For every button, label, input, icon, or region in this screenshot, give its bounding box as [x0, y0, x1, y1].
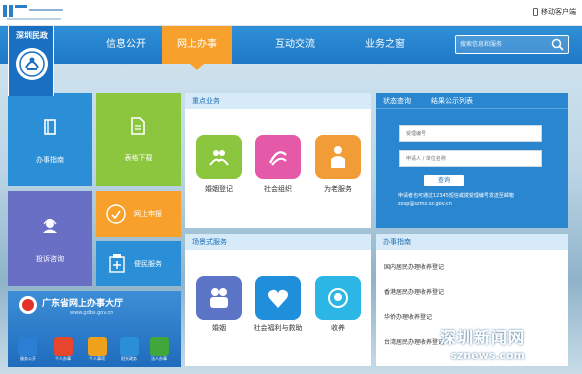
book-icon: [44, 119, 56, 135]
gd-button-1-label: 服务公开: [20, 356, 36, 361]
social-org-icon: [268, 151, 287, 166]
phone-icon: [533, 8, 538, 16]
mobile-client-link[interactable]: 移动客户端: [533, 7, 576, 17]
civil-affairs-emblem-icon: [16, 48, 48, 80]
gd-button-4-label: 阳光政务: [121, 356, 137, 361]
tile-label: 网上申报: [134, 210, 162, 218]
app-social-organization[interactable]: [255, 135, 301, 179]
app-elderly-service[interactable]: [315, 135, 361, 179]
watermark-en: sznews.com: [450, 349, 526, 362]
scene-services-header: 场景式服务: [185, 234, 371, 250]
document-icon: [131, 117, 145, 135]
gd-button-5[interactable]: [150, 337, 169, 356]
gd-button-2-label: 个人办事: [55, 356, 71, 361]
search-input[interactable]: [460, 38, 546, 51]
brand-box[interactable]: 深圳民政: [8, 26, 54, 96]
tile-label: 投诉咨询: [36, 255, 64, 263]
nav-interaction[interactable]: 互动交流: [260, 26, 330, 64]
marriage-icon: [209, 150, 229, 166]
tab-status-query[interactable]: 状态查询: [383, 96, 411, 106]
gd-button-1[interactable]: [18, 337, 37, 356]
nav-info-public[interactable]: 信息公开: [92, 26, 160, 64]
query-button[interactable]: 查询: [424, 175, 464, 186]
app-marriage[interactable]: [196, 276, 242, 320]
gd-title: 广东省网上办事大厅: [42, 299, 124, 309]
app-label: 婚姻登记: [205, 185, 233, 193]
gd-emblem-icon: [19, 296, 37, 314]
app-label: 婚姻: [212, 324, 226, 332]
tile-form-download[interactable]: 表格下载: [96, 93, 181, 186]
app-label: 社会组织: [264, 185, 292, 193]
tab-result-list[interactable]: 结果公示列表: [431, 96, 473, 106]
mobile-client-label: 移动客户端: [541, 8, 576, 16]
elderly-icon: [331, 146, 345, 168]
search-box: [455, 35, 569, 54]
baby-icon: [328, 288, 348, 308]
watermark-cn: 深圳新闻网: [440, 328, 526, 347]
gd-button-4[interactable]: [120, 337, 139, 356]
tile-service-guide[interactable]: 办事指南: [8, 93, 92, 186]
guide-list-item[interactable]: 国内居民办理收养登记: [384, 262, 544, 271]
app-label: 社会福利与救助: [253, 324, 303, 332]
site-logo-icon[interactable]: [3, 2, 65, 22]
active-nav-caret: [190, 64, 204, 70]
search-icon[interactable]: [551, 38, 564, 51]
tile-label: 办事指南: [36, 156, 64, 164]
nav-online-service[interactable]: 网上办事: [162, 26, 232, 64]
app-label: 收养: [331, 324, 345, 332]
brand-name: 深圳民政: [16, 31, 48, 40]
top-bar: 移动客户端: [0, 0, 582, 26]
sznews-watermark: 深圳新闻网 sznews.com: [440, 324, 525, 362]
tile-convenience-service[interactable]: 便民服务: [96, 241, 181, 286]
gd-button-3-label: 个人事项: [89, 356, 105, 361]
app-marriage-registration[interactable]: [196, 135, 242, 179]
heart-icon: [268, 289, 288, 308]
key-services-header: 重点业务: [185, 93, 371, 109]
guide-list-item[interactable]: 香港居民办理收养登记: [384, 287, 544, 296]
guide-list-item[interactable]: 华侨办理收养登记: [384, 312, 544, 321]
app-welfare-assistance[interactable]: [255, 276, 301, 320]
tile-label: 表格下载: [124, 154, 153, 162]
gd-button-3[interactable]: [88, 337, 107, 356]
gd-url: www.gdbs.gov.cn: [70, 310, 114, 316]
tile-label: 便民服务: [134, 260, 162, 268]
tile-complaint-consult[interactable]: 投诉咨询: [8, 191, 92, 286]
app-label: 为老服务: [324, 185, 352, 193]
couple-icon: [210, 288, 228, 308]
nav-business-window[interactable]: 业务之窗: [350, 26, 420, 64]
query-note: 申请者也可通过12345短信或拨受理编号发送至邮箱 zxsp@szmz.sz.g…: [398, 193, 514, 207]
acceptance-number-field[interactable]: [399, 125, 542, 142]
gd-button-5-label: 法人办事: [151, 356, 167, 361]
app-adoption[interactable]: [315, 276, 361, 320]
status-tabs: 状态查询 结果公示列表: [376, 93, 568, 109]
guide-list-header: 办事指南: [376, 234, 568, 250]
gd-button-2[interactable]: [54, 337, 73, 356]
tile-online-apply[interactable]: 网上申报: [96, 191, 181, 237]
applicant-name-field[interactable]: [399, 150, 542, 167]
headset-icon: [43, 218, 57, 233]
